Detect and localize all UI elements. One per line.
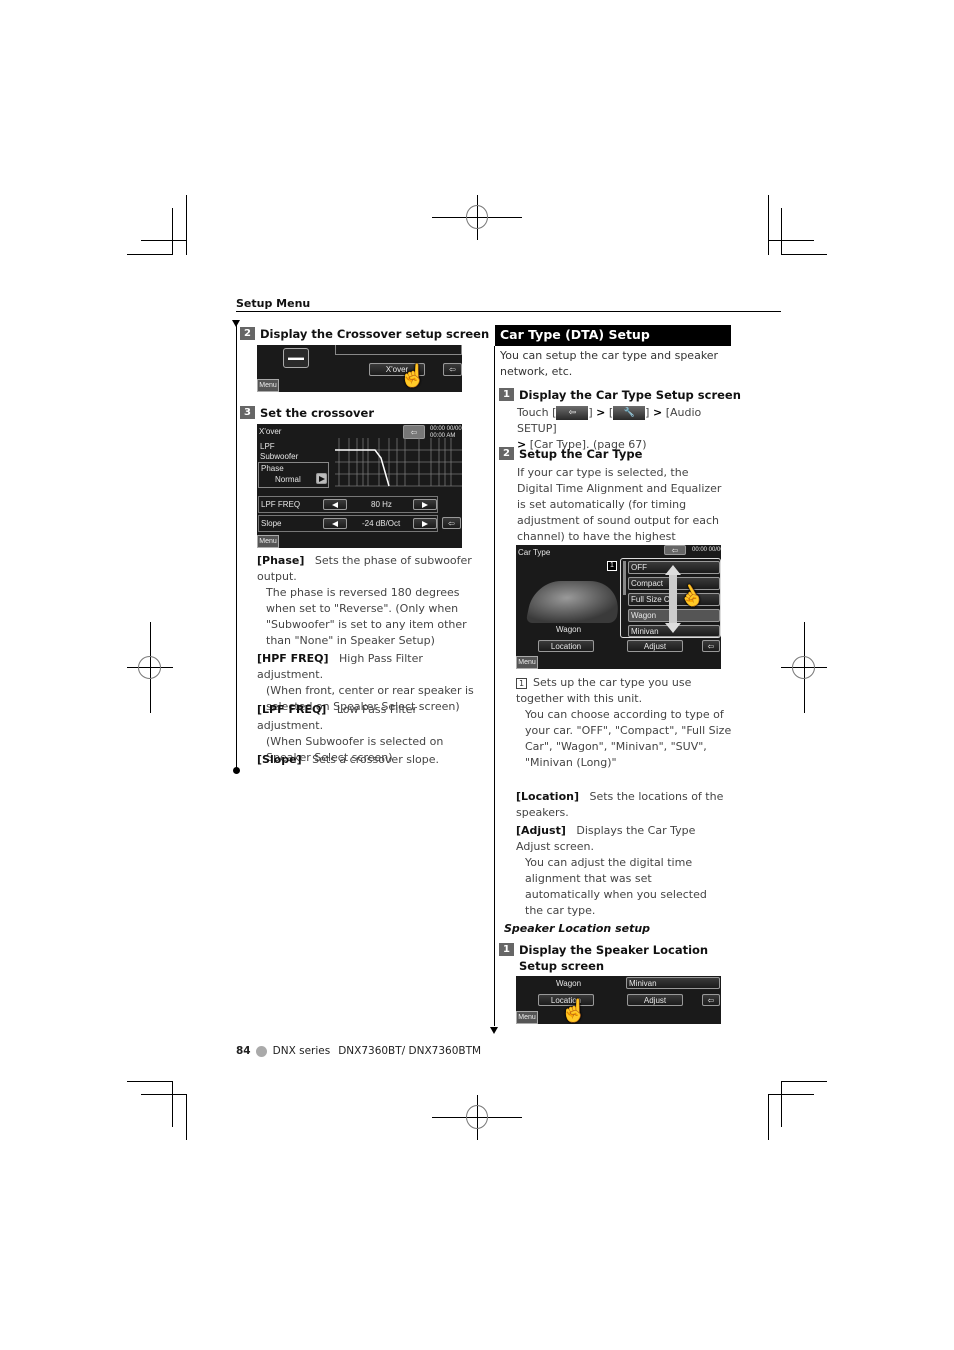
- lpf-freq-label: LPF FREQ: [261, 500, 301, 509]
- term-label: [Slope]: [257, 753, 302, 766]
- scroll-arrow-icon: [669, 573, 677, 625]
- slope-label: Slope: [261, 519, 282, 528]
- step-title: Set the crossover: [260, 406, 375, 420]
- section-header: Setup Menu: [236, 297, 311, 310]
- lpf-freq-increase-button[interactable]: [413, 499, 437, 510]
- list-scrollbar[interactable]: [623, 561, 626, 595]
- step-title: Setup the Car Type: [519, 447, 643, 461]
- crossover-setup-screenshot: X'over ⇦ 00:00 00/00 00:00 AM LPF Subwoo…: [257, 424, 462, 548]
- step-number: 3: [240, 406, 255, 419]
- step-2-heading: 2 Setup the Car Type: [499, 446, 642, 462]
- step-number: 2: [240, 327, 255, 340]
- slope-value: -24 dB/Oct: [362, 519, 401, 528]
- clock-date: 00:00 00/00: [692, 547, 721, 553]
- callout-marker: 1: [607, 561, 617, 571]
- slope-description: [Slope] Sets a crossover slope.: [257, 753, 439, 766]
- step-title: Display the Car Type Setup screen: [519, 388, 741, 402]
- adjust-button[interactable]: Adjust: [627, 640, 683, 652]
- adjust-button[interactable]: Adjust: [627, 994, 683, 1006]
- screen-title: X'over: [259, 427, 282, 436]
- slope-decrease-button[interactable]: [323, 518, 347, 529]
- speaker-location-entry-screenshot: Wagon Minivan Location Adjust ⇦ Menu ☝: [516, 976, 721, 1024]
- channel-label: Subwoofer: [260, 452, 299, 461]
- flow-line-left: [236, 322, 237, 770]
- callout-number: 1: [516, 677, 527, 689]
- step-number: 2: [499, 447, 514, 460]
- flow-arrow-end: [490, 1027, 498, 1034]
- flow-line-right: [494, 346, 495, 1026]
- back-button[interactable]: ⇦: [702, 994, 720, 1006]
- back-nav-icon[interactable]: ⇦: [556, 406, 589, 420]
- lpf-freq-value: 80 Hz: [371, 500, 392, 509]
- menu-button[interactable]: Menu: [257, 379, 279, 392]
- car-type-list: 1 OFF Compact Full Size Car Wagon Miniva…: [607, 558, 721, 638]
- step-3-heading: 3 Set the crossover: [240, 405, 374, 421]
- slope-row: Slope -24 dB/Oct: [258, 515, 438, 532]
- phase-description: [Phase] Sets the phase of subwoofer outp…: [257, 554, 472, 647]
- back-button[interactable]: ⇦: [403, 425, 425, 439]
- crossover-entry-screenshot: ▬▬ X'over ⇦ Menu ☝: [257, 345, 462, 392]
- menu-button[interactable]: Menu: [516, 656, 538, 669]
- model-label: DNX7360BT/ DNX7360BTM: [338, 1045, 482, 1057]
- callout-1-description: 1 Sets up the car type you use together w…: [516, 676, 732, 769]
- term-label: [LPF FREQ]: [257, 703, 327, 716]
- selected-car-type: Wagon: [556, 625, 582, 634]
- phase-next-button[interactable]: [316, 473, 327, 484]
- phase-value: Normal: [275, 475, 301, 484]
- location-description: [Location] Sets the locations of the spe…: [516, 790, 724, 819]
- menu-button[interactable]: Menu: [257, 535, 279, 548]
- step-title: Display the Speaker Location Setup scree…: [519, 943, 709, 973]
- step-2-heading: 2 Display the Crossover setup screen: [240, 326, 489, 342]
- step-number: 1: [499, 943, 514, 956]
- header-rule: [236, 311, 781, 312]
- scroll-arrow-down-icon: [665, 623, 681, 633]
- section-title: Car Type (DTA) Setup: [495, 325, 731, 346]
- page-number: 84: [236, 1045, 251, 1057]
- step-number: 1: [499, 388, 514, 401]
- sub-heading: Speaker Location setup: [504, 922, 651, 935]
- touch-hand-icon: ☝: [399, 363, 427, 388]
- car-type-screenshot: Car Type ⇦ 00:00 00/00 Wagon 1 OFF Compa…: [516, 545, 721, 669]
- car-silhouette: [525, 581, 625, 623]
- setup-wrench-icon[interactable]: 🔧: [613, 406, 646, 420]
- car-type-option-minivan[interactable]: Minivan: [626, 977, 720, 989]
- lpf-response-curve: [335, 449, 390, 487]
- term-label: [Phase]: [257, 554, 305, 567]
- intro-text: You can setup the car type and speaker n…: [500, 349, 719, 378]
- speaker-location-step-1: 1 Display the Speaker Location Setup scr…: [499, 942, 734, 974]
- term-label: [Location]: [516, 790, 579, 803]
- chevron-right-icon: >: [596, 406, 606, 419]
- clock-date: 00:00 00/00: [430, 426, 462, 432]
- term-label: [Adjust]: [516, 824, 566, 837]
- chevron-right-icon: >: [652, 406, 663, 419]
- back-button[interactable]: ⇦: [442, 517, 461, 529]
- adjust-description: [Adjust] Displays the Car Type Adjust sc…: [516, 824, 707, 917]
- back-button[interactable]: ⇦: [702, 640, 720, 652]
- touch-hand-icon: ☝: [560, 998, 588, 1023]
- selected-car-type: Wagon: [556, 979, 582, 988]
- display-panel: [335, 345, 462, 355]
- phase-panel: Phase Normal: [258, 462, 329, 488]
- scroll-arrow-up-icon: [665, 565, 681, 575]
- phase-label: Phase: [261, 464, 284, 473]
- back-button[interactable]: ⇦: [664, 545, 686, 555]
- back-button[interactable]: ⇦: [443, 363, 462, 376]
- menu-button[interactable]: Menu: [516, 1011, 538, 1024]
- filter-type-label: LPF: [260, 442, 275, 451]
- footer-dot-icon: [255, 1045, 267, 1057]
- lpf-freq-decrease-button[interactable]: [323, 499, 347, 510]
- crossover-graph: [335, 438, 462, 487]
- page-footer: 84 DNX series DNX7360BT/ DNX7360BTM: [236, 1045, 481, 1057]
- step-title: Display the Crossover setup screen: [260, 327, 490, 341]
- lpf-freq-row: LPF FREQ 80 Hz: [258, 496, 438, 513]
- location-button[interactable]: Location: [538, 640, 594, 652]
- screen-title: Car Type: [518, 548, 551, 557]
- slope-increase-button[interactable]: [413, 518, 437, 529]
- flow-end-dot: [233, 767, 240, 774]
- term-label: [HPF FREQ]: [257, 652, 329, 665]
- series-label: DNX series: [272, 1045, 331, 1057]
- step-1-heading: 1 Display the Car Type Setup screen: [499, 387, 741, 403]
- speaker-icon-frame: ▬▬: [283, 348, 309, 368]
